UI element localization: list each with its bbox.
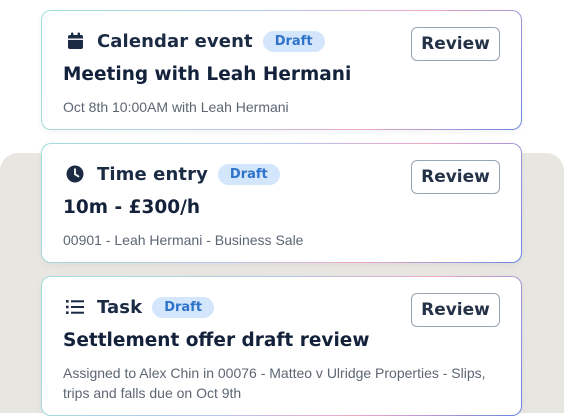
card-type-label: Task bbox=[97, 296, 143, 318]
card-header: Task Draft bbox=[66, 294, 215, 320]
card-type-label: Time entry bbox=[97, 163, 208, 185]
card-subtitle: Oct 8th 10:00AM with Leah Hermani bbox=[63, 99, 289, 115]
card-type-label: Calendar event bbox=[97, 30, 253, 52]
draft-card-time-entry: Time entry Draft Review 10m - £300/h 009… bbox=[41, 143, 522, 263]
status-badge: Draft bbox=[262, 30, 325, 52]
card-subtitle: Assigned to Alex Chin in 00076 - Matteo … bbox=[63, 365, 486, 401]
status-badge: Draft bbox=[217, 163, 280, 185]
review-button[interactable]: Review bbox=[411, 293, 500, 327]
clock-icon bbox=[66, 165, 84, 183]
status-badge: Draft bbox=[152, 296, 215, 318]
card-header: Calendar event Draft bbox=[66, 28, 325, 54]
calendar-icon bbox=[66, 32, 84, 50]
review-button[interactable]: Review bbox=[411, 160, 500, 194]
card-header: Time entry Draft bbox=[66, 161, 280, 187]
card-title: Meeting with Leah Hermani bbox=[63, 64, 352, 85]
review-button[interactable]: Review bbox=[411, 27, 500, 61]
draft-card-task: Task Draft Review Settlement offer draft… bbox=[41, 276, 522, 416]
card-title: Settlement offer draft review bbox=[63, 330, 370, 351]
card-title: 10m - £300/h bbox=[63, 197, 200, 218]
list-icon bbox=[66, 298, 84, 316]
draft-card-calendar-event: Calendar event Draft Review Meeting with… bbox=[41, 10, 522, 130]
card-subtitle: 00901 - Leah Hermani - Business Sale bbox=[63, 232, 304, 248]
